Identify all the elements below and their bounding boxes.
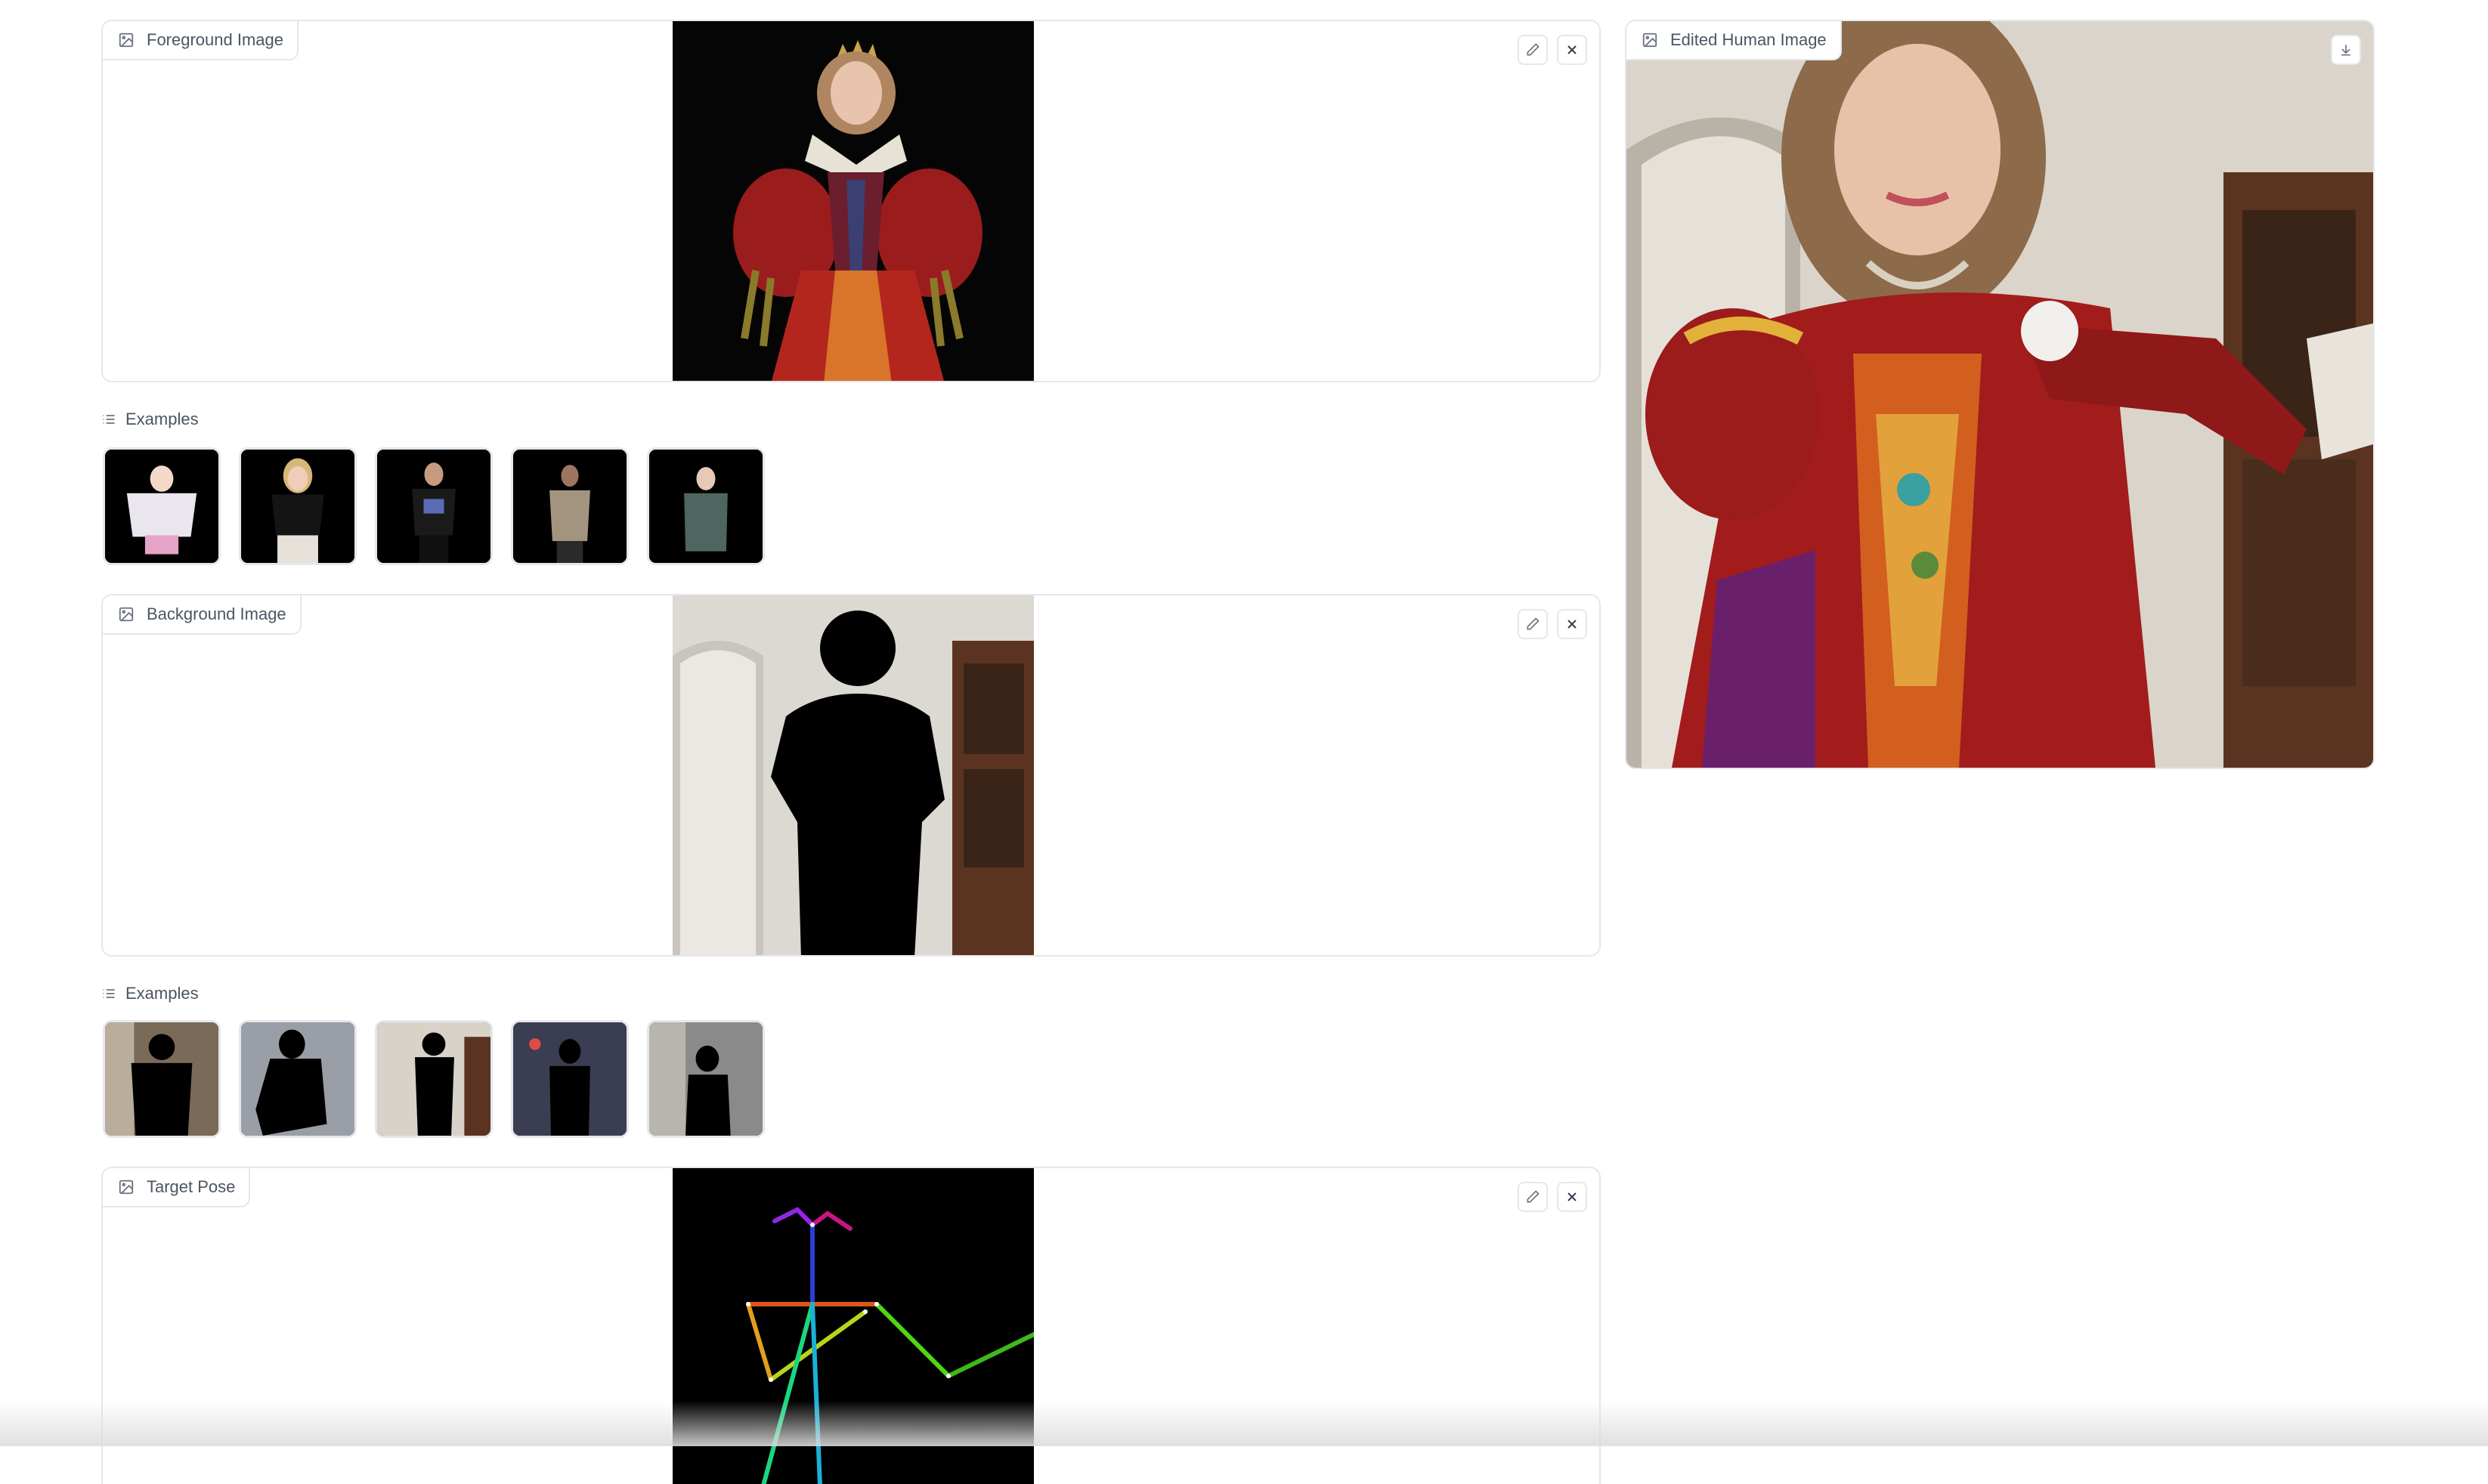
foreground-image-label: Foreground Image bbox=[103, 21, 299, 60]
example-thumbnail[interactable] bbox=[375, 447, 493, 565]
example-thumbnail[interactable] bbox=[375, 1020, 493, 1138]
image-icon bbox=[119, 607, 134, 622]
example-thumbnail[interactable] bbox=[103, 1020, 221, 1138]
examples-label-text: Examples bbox=[125, 410, 199, 428]
example-thumbnail[interactable] bbox=[647, 1020, 765, 1138]
background-examples bbox=[103, 1020, 765, 1138]
pencil-icon bbox=[1527, 617, 1540, 630]
close-icon bbox=[1567, 45, 1577, 54]
image-icon bbox=[1642, 32, 1657, 48]
pencil-icon bbox=[1527, 43, 1540, 56]
example-thumbnail[interactable] bbox=[239, 447, 357, 565]
background-image-label-text: Background Image bbox=[147, 604, 286, 623]
example-thumbnail[interactable] bbox=[647, 447, 765, 565]
window-bottom-shadow bbox=[0, 1401, 2488, 1446]
example-thumbnail[interactable] bbox=[511, 447, 629, 565]
close-icon bbox=[1567, 620, 1577, 629]
download-icon bbox=[2341, 45, 2350, 56]
edit-button[interactable] bbox=[1518, 1182, 1548, 1212]
edit-button[interactable] bbox=[1518, 609, 1548, 639]
clear-button[interactable] bbox=[1557, 35, 1587, 65]
examples-label-text: Examples bbox=[125, 984, 199, 1003]
clear-button[interactable] bbox=[1557, 609, 1587, 639]
download-button[interactable] bbox=[2331, 35, 2361, 65]
list-icon bbox=[103, 415, 115, 424]
example-thumbnail[interactable] bbox=[103, 447, 221, 565]
list-icon bbox=[103, 989, 115, 998]
edited-human-image-label-text: Edited Human Image bbox=[1670, 30, 1827, 49]
example-thumbnail[interactable] bbox=[239, 1020, 357, 1138]
pencil-icon bbox=[1527, 1190, 1540, 1203]
background-image-label: Background Image bbox=[103, 595, 302, 635]
foreground-image bbox=[673, 21, 1034, 381]
edited-human-image-panel: Edited Human Image bbox=[1625, 20, 2375, 769]
edited-human-image bbox=[1626, 21, 2373, 768]
edited-human-image-label: Edited Human Image bbox=[1626, 21, 1842, 60]
target-pose-label-text: Target Pose bbox=[147, 1177, 236, 1196]
example-thumbnail[interactable] bbox=[511, 1020, 629, 1138]
background-image-panel[interactable]: Background Image bbox=[101, 594, 1601, 957]
clear-button[interactable] bbox=[1557, 1182, 1587, 1212]
foreground-image-label-text: Foreground Image bbox=[147, 30, 283, 49]
examples-label: Examples bbox=[101, 410, 199, 429]
close-icon bbox=[1567, 1192, 1577, 1201]
foreground-image-panel[interactable]: Foreground Image bbox=[101, 20, 1601, 382]
image-icon bbox=[119, 1179, 134, 1195]
image-icon bbox=[119, 32, 134, 48]
edit-button[interactable] bbox=[1518, 35, 1548, 65]
background-image bbox=[673, 595, 1034, 955]
examples-label: Examples bbox=[101, 984, 199, 1003]
foreground-examples bbox=[103, 447, 765, 565]
target-pose-label: Target Pose bbox=[103, 1168, 251, 1207]
